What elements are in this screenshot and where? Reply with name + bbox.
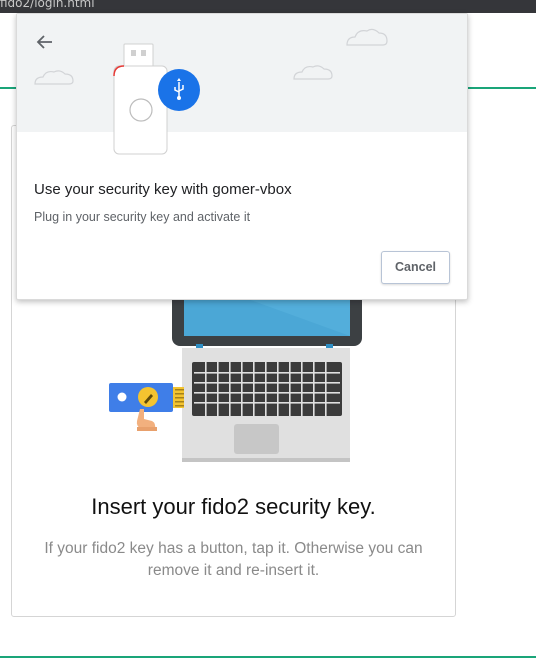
usb-key — [113, 43, 168, 155]
footer-divider — [0, 656, 536, 658]
security-key-usb-illustration — [34, 28, 388, 155]
cancel-button[interactable]: Cancel — [381, 251, 450, 284]
cloud-icon — [34, 28, 388, 85]
dialog-title: Use your security key with gomer-vbox — [34, 181, 292, 198]
address-bar-url[interactable]: fido2/login.html — [0, 0, 95, 10]
page-instructions: If your fido2 key has a button, tap it. … — [44, 540, 423, 579]
usb-icon — [158, 69, 200, 111]
webauthn-dialog: Use your security key with gomer-vbox Pl… — [16, 13, 468, 300]
security-key-icon — [109, 383, 184, 431]
browser-toolbar: fido2/login.html — [0, 0, 536, 17]
page-title: Insert your fido2 security key. — [91, 494, 376, 519]
laptop-icon — [172, 276, 362, 462]
dialog-subtitle: Plug in your security key and activate i… — [34, 210, 251, 224]
back-arrow-icon[interactable] — [35, 32, 55, 52]
